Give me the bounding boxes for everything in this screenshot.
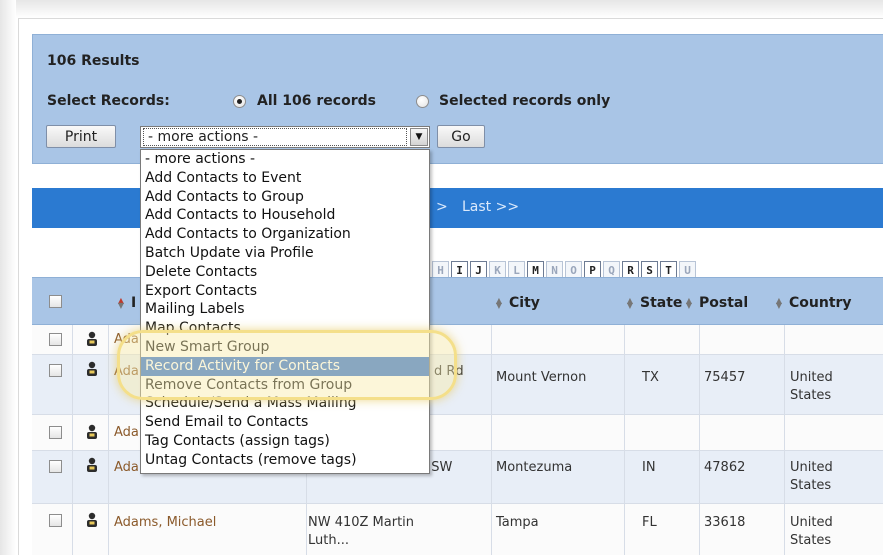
cell-postal: 75457: [704, 370, 746, 385]
menu-item[interactable]: - more actions -: [141, 150, 429, 169]
radio-selected-records-label[interactable]: Selected records only: [439, 93, 610, 109]
sort-icon: ▲ ▼: [117, 296, 125, 310]
cell-address: d Rd: [434, 364, 464, 379]
screenshot-shadow-top: [0, 0, 883, 18]
go-button[interactable]: Go: [437, 125, 485, 148]
more-actions-dropdown: - more actions - Add Contacts to Event Add…: [140, 149, 430, 474]
cell-state: TX: [642, 370, 659, 385]
results-count: 106 Results: [47, 53, 140, 69]
grid-line: [624, 325, 625, 555]
radio-all-records[interactable]: [233, 95, 246, 108]
menu-item[interactable]: Remove Contacts from Group: [141, 376, 429, 395]
menu-item[interactable]: Add Contacts to Household: [141, 206, 429, 225]
person-icon: [87, 512, 97, 527]
radio-all-records-label[interactable]: All 106 records: [257, 93, 376, 109]
cell-country: United: [790, 460, 833, 475]
pager-last-link[interactable]: Last >>: [462, 199, 519, 215]
column-header-name[interactable]: ▲ ▼ I: [116, 295, 136, 311]
person-icon: [87, 361, 97, 376]
more-actions-value: - more actions -: [143, 128, 407, 146]
row-checkbox[interactable]: [49, 364, 62, 377]
row-checkbox[interactable]: [49, 426, 62, 439]
contact-name-link[interactable]: Ada: [114, 331, 139, 349]
screenshot-shadow-left: [0, 0, 16, 555]
cell-country-line2: States: [790, 388, 832, 403]
person-icon: [87, 331, 97, 346]
select-records-label: Select Records:: [47, 93, 170, 109]
print-button[interactable]: Print: [46, 125, 116, 148]
person-icon: [87, 457, 97, 472]
menu-item[interactable]: Delete Contacts: [141, 263, 429, 282]
menu-item[interactable]: Batch Update via Profile: [141, 244, 429, 263]
cell-country: United: [790, 370, 833, 385]
grid-line: [699, 325, 700, 555]
more-actions-select[interactable]: - more actions - ▼: [140, 126, 430, 148]
menu-item[interactable]: Export Contacts: [141, 282, 429, 301]
menu-item[interactable]: Map Contacts: [141, 319, 429, 338]
menu-item[interactable]: Send Email to Contacts: [141, 413, 429, 432]
row-checkbox[interactable]: [49, 460, 62, 473]
cell-postal: 33618: [704, 515, 746, 530]
column-header-city[interactable]: ▲ ▼ City: [494, 295, 540, 311]
cell-city: Mount Vernon: [496, 370, 587, 385]
cell-state: FL: [642, 515, 657, 530]
column-header-state[interactable]: ▲ ▼ State: [625, 295, 683, 311]
radio-selected-records[interactable]: [416, 95, 429, 108]
table-row[interactable]: Adams, Michael NW 410Z Martin Luth... Ta…: [32, 504, 883, 555]
cell-state: IN: [642, 460, 656, 475]
cell-postal: 47862: [704, 460, 746, 475]
contact-name-link[interactable]: Ada: [114, 363, 139, 381]
sort-icon: ▲ ▼: [685, 296, 693, 310]
menu-item[interactable]: Add Contacts to Group: [141, 188, 429, 207]
grid-line: [108, 325, 109, 555]
sort-icon: ▲ ▼: [775, 296, 783, 310]
menu-item[interactable]: Add Contacts to Organization: [141, 225, 429, 244]
pager-next-link[interactable]: >: [436, 199, 448, 215]
menu-item[interactable]: Schedule/Send a Mass Mailing: [141, 394, 429, 413]
row-checkbox[interactable]: [49, 514, 62, 527]
menu-item[interactable]: Untag Contacts (remove tags): [141, 451, 429, 470]
sort-icon: ▲ ▼: [495, 296, 503, 310]
menu-item[interactable]: Record Activity for Contacts: [141, 356, 429, 376]
person-icon: [87, 424, 97, 439]
row-checkbox[interactable]: [49, 333, 62, 346]
cell-country-line2: States: [790, 478, 832, 493]
cell-address-line2: Luth...: [308, 533, 349, 548]
grid-line: [72, 325, 73, 555]
chevron-down-icon[interactable]: ▼: [410, 128, 428, 146]
contact-name-link[interactable]: Ada: [114, 424, 139, 442]
menu-item[interactable]: New Smart Group: [141, 338, 429, 357]
column-header-postal[interactable]: ▲ ▼ Postal: [684, 295, 748, 311]
cell-country: United: [790, 515, 833, 530]
menu-item[interactable]: Tag Contacts (assign tags): [141, 432, 429, 451]
cell-city: Montezuma: [496, 460, 573, 475]
menu-item[interactable]: Mailing Labels: [141, 300, 429, 319]
select-all-checkbox[interactable]: [49, 295, 62, 308]
menu-item[interactable]: Add Contacts to Event: [141, 169, 429, 188]
cell-country-line2: States: [790, 533, 832, 548]
grid-line: [491, 325, 492, 555]
cell-address: NW 410Z Martin: [308, 515, 415, 530]
contact-name-link[interactable]: Adams, Michael: [114, 514, 216, 532]
cell-city: Tampa: [496, 515, 539, 530]
grid-line: [784, 325, 785, 555]
sort-icon: ▲ ▼: [626, 296, 634, 310]
column-header-country[interactable]: ▲ ▼ Country: [774, 295, 852, 311]
